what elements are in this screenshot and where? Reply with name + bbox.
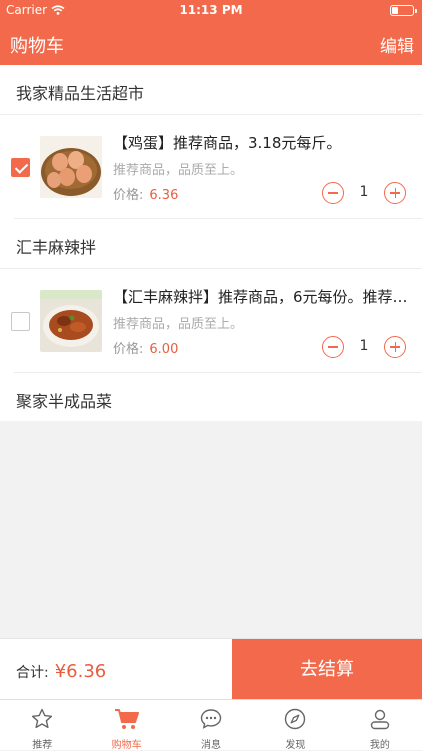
item-description: 推荐商品，品质至上。 — [113, 317, 244, 332]
item-title: 【鸡蛋】推荐商品，3.18元每斤。 — [113, 134, 342, 152]
total-value: ¥6.36 — [54, 661, 107, 682]
shop-name: 我家精品生活超市 — [16, 84, 145, 103]
page-title: 购物车 — [10, 36, 64, 57]
decrease-quantity-button[interactable] — [322, 182, 344, 204]
shop-header[interactable]: 我家精品生活超市 — [0, 65, 422, 115]
price-value: 6.00 — [149, 342, 179, 357]
item-description: 推荐商品，品质至上。 — [113, 163, 244, 178]
tab-label: 消息 — [201, 740, 222, 751]
tab-cart[interactable]: 购物车 — [84, 700, 168, 751]
shop-name: 聚家半成品菜 — [16, 392, 113, 411]
price-label: 价格: — [113, 188, 144, 203]
tab-label: 购物车 — [111, 740, 142, 751]
product-image-eggs — [40, 136, 102, 198]
product-image-mala — [40, 290, 102, 352]
tab-profile[interactable]: 我的 — [338, 700, 422, 751]
battery-icon — [390, 5, 417, 16]
tab-messages[interactable]: 消息 — [169, 700, 253, 751]
item-title: 【汇丰麻辣拌】推荐商品，6元每份。推荐商品 — [113, 288, 413, 306]
profile-icon — [370, 709, 390, 730]
tab-discover[interactable]: 发现 — [253, 700, 337, 751]
item-checkbox[interactable] — [11, 158, 30, 177]
shop-header[interactable]: 汇丰麻辣拌 — [0, 219, 422, 269]
status-bar: Carrier 11:13 PM — [0, 0, 422, 20]
message-icon — [200, 709, 222, 729]
cart-icon — [114, 709, 139, 729]
increase-quantity-button[interactable] — [384, 336, 406, 358]
shop-header[interactable]: 聚家半成品菜 — [0, 373, 422, 423]
quantity-value: 1 — [359, 184, 369, 200]
quantity-value: 1 — [359, 338, 369, 354]
cart-item[interactable]: 【鸡蛋】推荐商品，3.18元每斤。 推荐商品，品质至上。 价格: 6.36 1 — [0, 116, 422, 219]
item-checkbox[interactable] — [11, 312, 30, 331]
decrease-quantity-button[interactable] — [322, 336, 344, 358]
star-icon — [32, 708, 53, 729]
checkout-bar: 合计: ¥6.36 去结算 — [0, 638, 422, 700]
cart-list: 我家精品生活超市 【鸡蛋】推荐商品，3.18元每斤。 推荐商品，品质至上。 价格… — [0, 65, 422, 421]
tab-label: 发现 — [285, 740, 306, 751]
tab-recommend[interactable]: 推荐 — [0, 700, 84, 751]
total: 合计: ¥6.36 — [16, 661, 106, 682]
total-label: 合计: — [16, 665, 49, 681]
nav-bar: 购物车 编辑 — [0, 20, 422, 65]
item-price: 价格: 6.36 — [113, 184, 178, 203]
price-label: 价格: — [113, 342, 144, 357]
cart-item[interactable]: 【汇丰麻辣拌】推荐商品，6元每份。推荐商品 推荐商品，品质至上。 价格: 6.00… — [0, 270, 422, 373]
checkout-button[interactable]: 去结算 — [232, 639, 422, 700]
increase-quantity-button[interactable] — [384, 182, 406, 204]
price-value: 6.36 — [149, 188, 179, 203]
edit-button[interactable]: 编辑 — [380, 32, 414, 57]
status-time: 11:13 PM — [179, 3, 243, 17]
compass-icon — [285, 708, 306, 730]
item-price: 价格: 6.00 — [113, 338, 178, 357]
tab-bar: 推荐 购物车 消息 发现 我的 — [0, 699, 422, 751]
tab-label: 推荐 — [32, 740, 53, 751]
tab-label: 我的 — [369, 740, 390, 751]
shop-name: 汇丰麻辣拌 — [16, 238, 97, 257]
